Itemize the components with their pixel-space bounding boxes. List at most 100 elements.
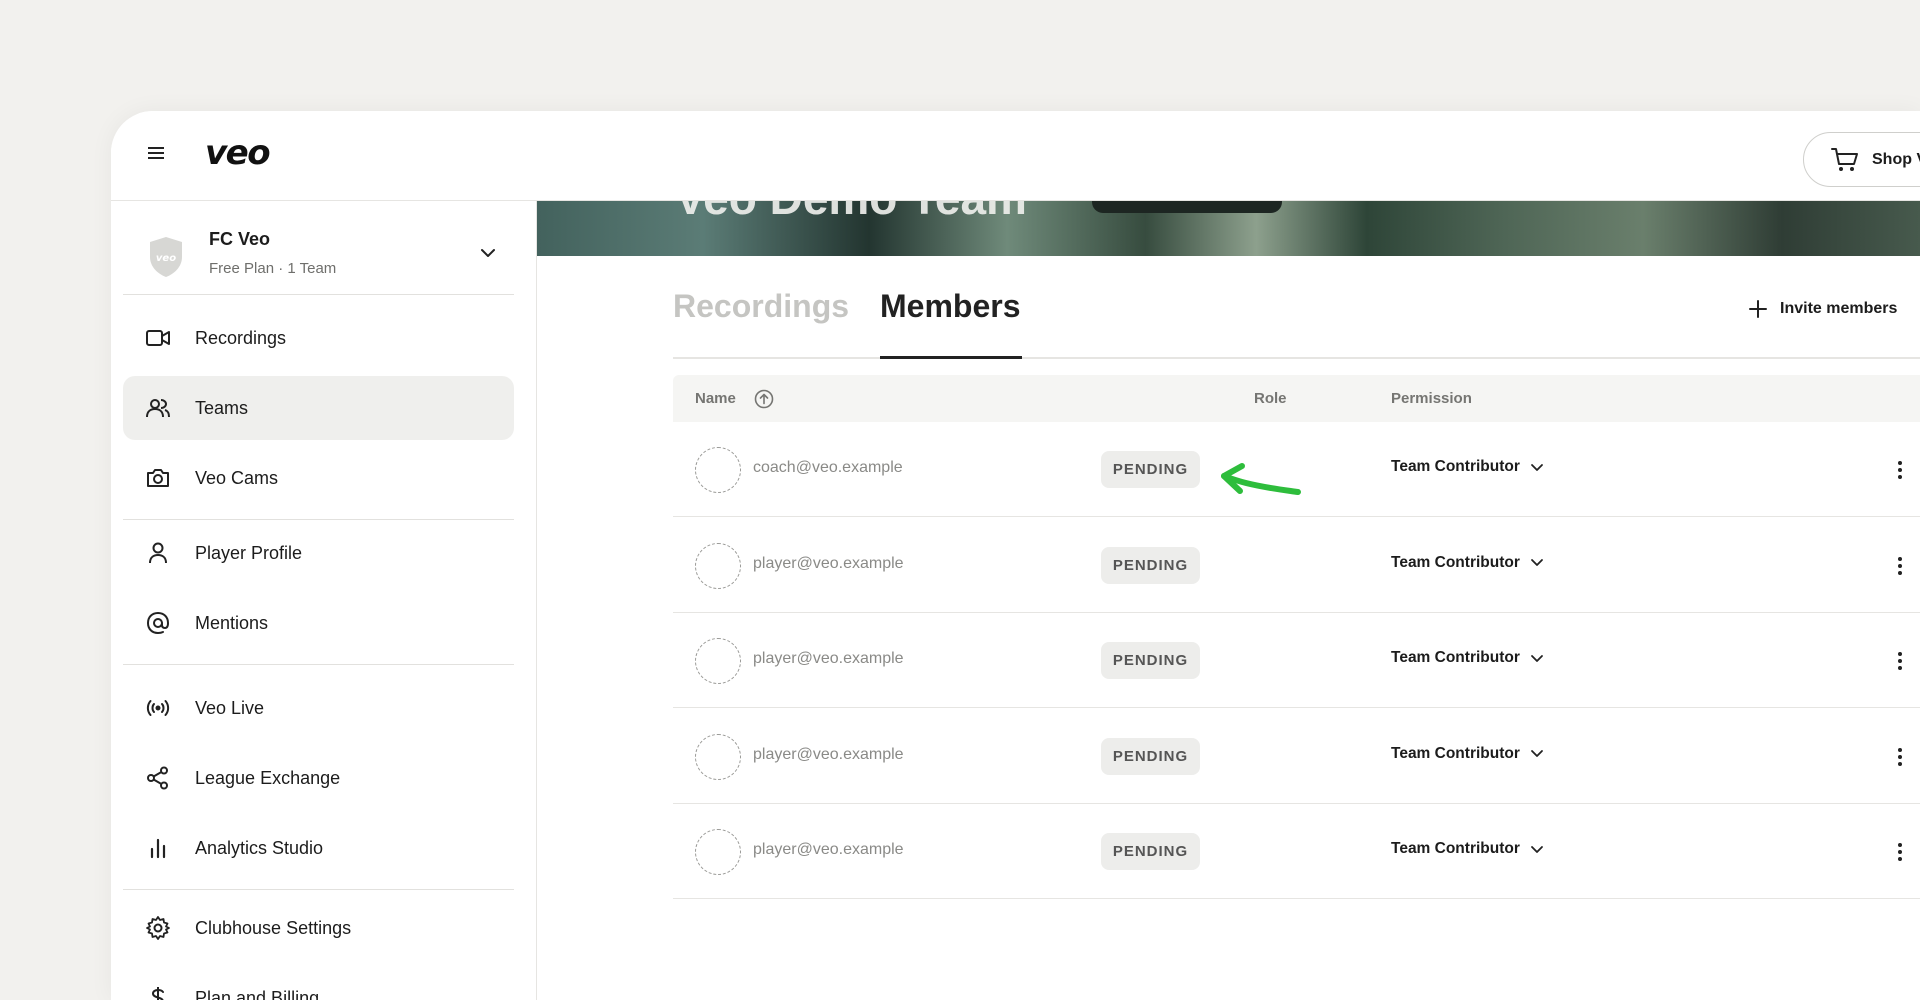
camera-icon	[145, 465, 171, 491]
app-window: veo Shop V veo FC Veo Free Plan · 1 Team	[111, 111, 1920, 1000]
permission-label: Team Contributor	[1391, 744, 1520, 762]
team-title: Veo Demo Team	[675, 201, 1027, 225]
permission-dropdown[interactable]: Team Contributor	[1391, 554, 1544, 572]
club-switcher[interactable]: veo FC Veo Free Plan · 1 Team	[123, 201, 514, 295]
permission-label: Team Contributor	[1391, 840, 1520, 857]
more-options-icon[interactable]	[1890, 745, 1910, 769]
tab-members[interactable]: Members	[880, 288, 1021, 325]
permission-label: Team Contributor	[1391, 458, 1520, 475]
permission-label: Team Contributor	[1391, 649, 1520, 666]
sidebar-item-plan-and-billing[interactable]: Plan and Billing	[123, 966, 514, 1000]
veo-logo[interactable]: veo	[205, 133, 271, 173]
avatar	[695, 638, 741, 684]
sidebar-item-teams[interactable]: Teams	[123, 376, 514, 440]
club-shield-text: veo	[156, 253, 176, 264]
plus-icon	[1749, 300, 1767, 318]
chevron-down-icon	[1530, 750, 1543, 757]
chevron-down-icon	[1530, 654, 1543, 662]
permission-dropdown[interactable]: Team Contributor	[1391, 745, 1544, 763]
tab-recordings[interactable]: Recordings	[673, 288, 849, 325]
cart-icon	[1831, 147, 1858, 171]
sidebar-divider	[123, 889, 514, 890]
more-options-icon[interactable]	[1890, 458, 1910, 482]
member-email: player@veo.example	[753, 554, 904, 572]
permission-dropdown[interactable]: Team Contributor	[1391, 649, 1544, 667]
member-email: player@veo.example	[753, 745, 904, 763]
table-header: Name Role Permission	[673, 375, 1920, 422]
table-row: player@veo.example PENDING Team Contributo…	[673, 804, 1920, 899]
status-badge: PENDING	[1101, 737, 1200, 775]
member-email: player@veo.example	[753, 841, 904, 858]
more-options-icon[interactable]	[1890, 554, 1910, 578]
sidebar-item-mentions[interactable]: Mentions	[123, 591, 514, 655]
active-tab-underline	[880, 356, 1022, 359]
more-options-icon[interactable]	[1890, 649, 1910, 673]
avatar	[695, 447, 741, 493]
sidebar-item-veo-cams[interactable]: Veo Cams	[123, 446, 514, 510]
club-shield-icon: veo	[150, 237, 182, 277]
sidebar-item-veo-live[interactable]: Veo Live	[123, 676, 514, 740]
bar-chart-icon	[145, 835, 171, 861]
sidebar-item-label: League Exchange	[195, 767, 341, 788]
tabs-rule	[673, 357, 1920, 359]
sidebar-item-league-exchange[interactable]: League Exchange	[123, 746, 514, 810]
annotation-arrow	[1221, 463, 1301, 495]
invite-members-button[interactable]: Invite members	[1748, 299, 1897, 319]
chevron-down-icon[interactable]	[480, 248, 496, 258]
sidebar: veo FC Veo Free Plan · 1 Team Recordings…	[111, 201, 537, 1000]
sort-ascending-icon[interactable]	[754, 389, 774, 409]
club-name: FC Veo	[209, 229, 271, 249]
sidebar-item-label: Mentions	[195, 612, 269, 633]
sidebar-item-analytics-studio[interactable]: Analytics Studio	[123, 816, 514, 880]
person-icon	[145, 540, 171, 566]
table-row: player@veo.example PENDING Team Contributo…	[673, 518, 1920, 613]
column-header-name[interactable]: Name	[695, 390, 736, 407]
video-icon	[145, 325, 171, 351]
team-hero-banner: Veo Demo Team	[537, 201, 1920, 256]
broadcast-icon	[145, 695, 171, 721]
permission-dropdown[interactable]: Team Contributor	[1391, 840, 1544, 858]
avatar	[695, 829, 741, 875]
at-icon	[145, 610, 171, 636]
avatar	[695, 542, 741, 589]
sidebar-divider	[123, 519, 514, 520]
sidebar-item-label: Veo Cams	[195, 467, 279, 488]
invite-members-label: Invite members	[1780, 300, 1898, 317]
table-row: player@veo.example PENDING Team Contributo…	[673, 709, 1920, 804]
permission-dropdown[interactable]: Team Contributor	[1391, 458, 1544, 476]
column-header-role: Role	[1254, 390, 1287, 407]
sidebar-item-recordings[interactable]: Recordings	[123, 306, 514, 370]
member-email: coach@veo.example	[753, 459, 903, 476]
status-badge: PENDING	[1101, 833, 1200, 870]
chevron-down-icon	[1530, 463, 1543, 471]
top-bar: veo Shop V	[111, 111, 1920, 201]
sidebar-item-label: Recordings	[195, 327, 287, 348]
permission-label: Team Contributor	[1391, 553, 1520, 571]
table-row: player@veo.example PENDING Team Contributo…	[673, 613, 1920, 708]
shop-button-label: Shop V	[1872, 150, 1920, 168]
club-plan: Free Plan · 1 Team	[209, 260, 337, 277]
sidebar-item-label: Analytics Studio	[195, 837, 324, 858]
gear-icon	[145, 915, 171, 941]
member-email: player@veo.example	[753, 650, 904, 667]
status-badge: PENDING	[1101, 546, 1200, 584]
sidebar-item-label: Clubhouse Settings	[195, 917, 352, 938]
more-options-icon[interactable]	[1890, 840, 1910, 864]
sidebar-item-player-profile[interactable]: Player Profile	[123, 521, 514, 585]
chevron-down-icon	[1530, 559, 1543, 566]
sidebar-item-clubhouse-settings[interactable]: Clubhouse Settings	[123, 896, 514, 960]
chevron-down-icon	[1530, 845, 1543, 853]
sidebar-item-label: Veo Live	[195, 697, 265, 718]
status-badge: PENDING	[1101, 642, 1200, 679]
sidebar-divider	[123, 664, 514, 665]
sidebar-item-label: Plan and Billing	[195, 987, 320, 1000]
users-icon	[145, 395, 171, 421]
dollar-icon	[145, 985, 171, 1000]
hamburger-menu-icon[interactable]	[145, 142, 167, 164]
sidebar-item-label: Player Profile	[195, 542, 303, 563]
avatar	[695, 733, 741, 780]
hero-pill	[1092, 201, 1282, 213]
shop-button[interactable]: Shop V	[1803, 132, 1920, 187]
column-header-permission: Permission	[1391, 390, 1472, 407]
sidebar-item-label: Teams	[195, 397, 249, 418]
